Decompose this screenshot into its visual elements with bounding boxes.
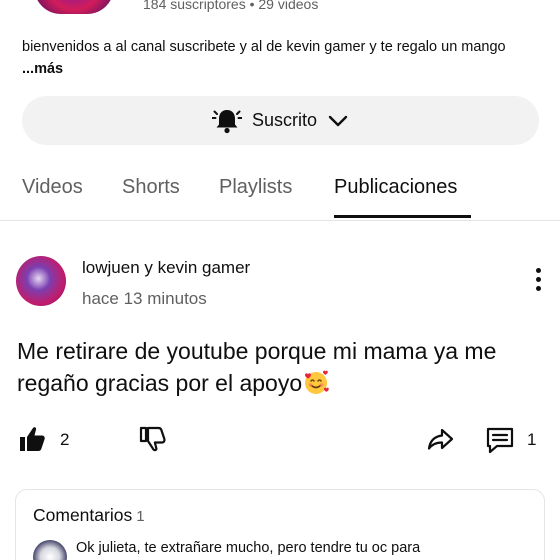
bell-ringing-icon (211, 106, 242, 136)
comments-title: Comentarios (33, 505, 133, 525)
channel-description[interactable]: bienvenidos a al canal suscribete y al d… (22, 36, 542, 80)
like-icon[interactable] (17, 424, 47, 459)
more-link[interactable]: ...más (22, 61, 63, 77)
like-count: 2 (60, 430, 70, 449)
post-author-avatar[interactable] (16, 256, 66, 306)
post-timestamp: hace 13 minutos (82, 289, 207, 308)
smiling-face-with-hearts-icon (302, 369, 330, 395)
post-actions: 2 1 (0, 420, 560, 460)
commenter-avatar[interactable] (33, 540, 67, 560)
channel-stats: 184 suscriptores • 29 videos (143, 0, 319, 12)
subscribed-button[interactable]: Suscrito (22, 96, 539, 145)
comment-count: 1 (527, 430, 537, 449)
tab-videos[interactable]: Videos (22, 176, 83, 199)
comments-count: 1 (136, 508, 145, 525)
chevron-down-icon (327, 110, 349, 132)
dislike-icon[interactable] (138, 424, 168, 459)
channel-avatar[interactable] (34, 0, 114, 14)
post-text-content: Me retirare de youtube porque mi mama ya… (17, 338, 497, 396)
channel-tabs: Videos Shorts Playlists Publicaciones (0, 166, 560, 221)
post-text: Me retirare de youtube porque mi mama ya… (17, 335, 547, 399)
comments-header: Comentarios 1 (33, 505, 145, 526)
active-tab-indicator (334, 215, 471, 218)
share-icon[interactable] (425, 424, 455, 459)
channel-description-text: bienvenidos a al canal suscribete y al d… (22, 39, 506, 55)
tab-publicaciones[interactable]: Publicaciones (334, 176, 457, 199)
channel-stats-row: 184 suscriptores • 29 videos (0, 0, 560, 14)
comment-icon[interactable] (484, 424, 516, 461)
post-author[interactable]: lowjuen y kevin gamer (82, 258, 250, 278)
subscribed-label: Suscrito (251, 110, 318, 130)
comment-text: Ok julieta, te extrañare mucho, pero ten… (76, 540, 421, 556)
tab-playlists[interactable]: Playlists (219, 176, 292, 199)
more-options-icon[interactable] (528, 266, 548, 296)
tab-shorts[interactable]: Shorts (122, 176, 180, 199)
comments-section[interactable]: Comentarios 1 Ok julieta, te extrañare mu… (15, 489, 545, 560)
